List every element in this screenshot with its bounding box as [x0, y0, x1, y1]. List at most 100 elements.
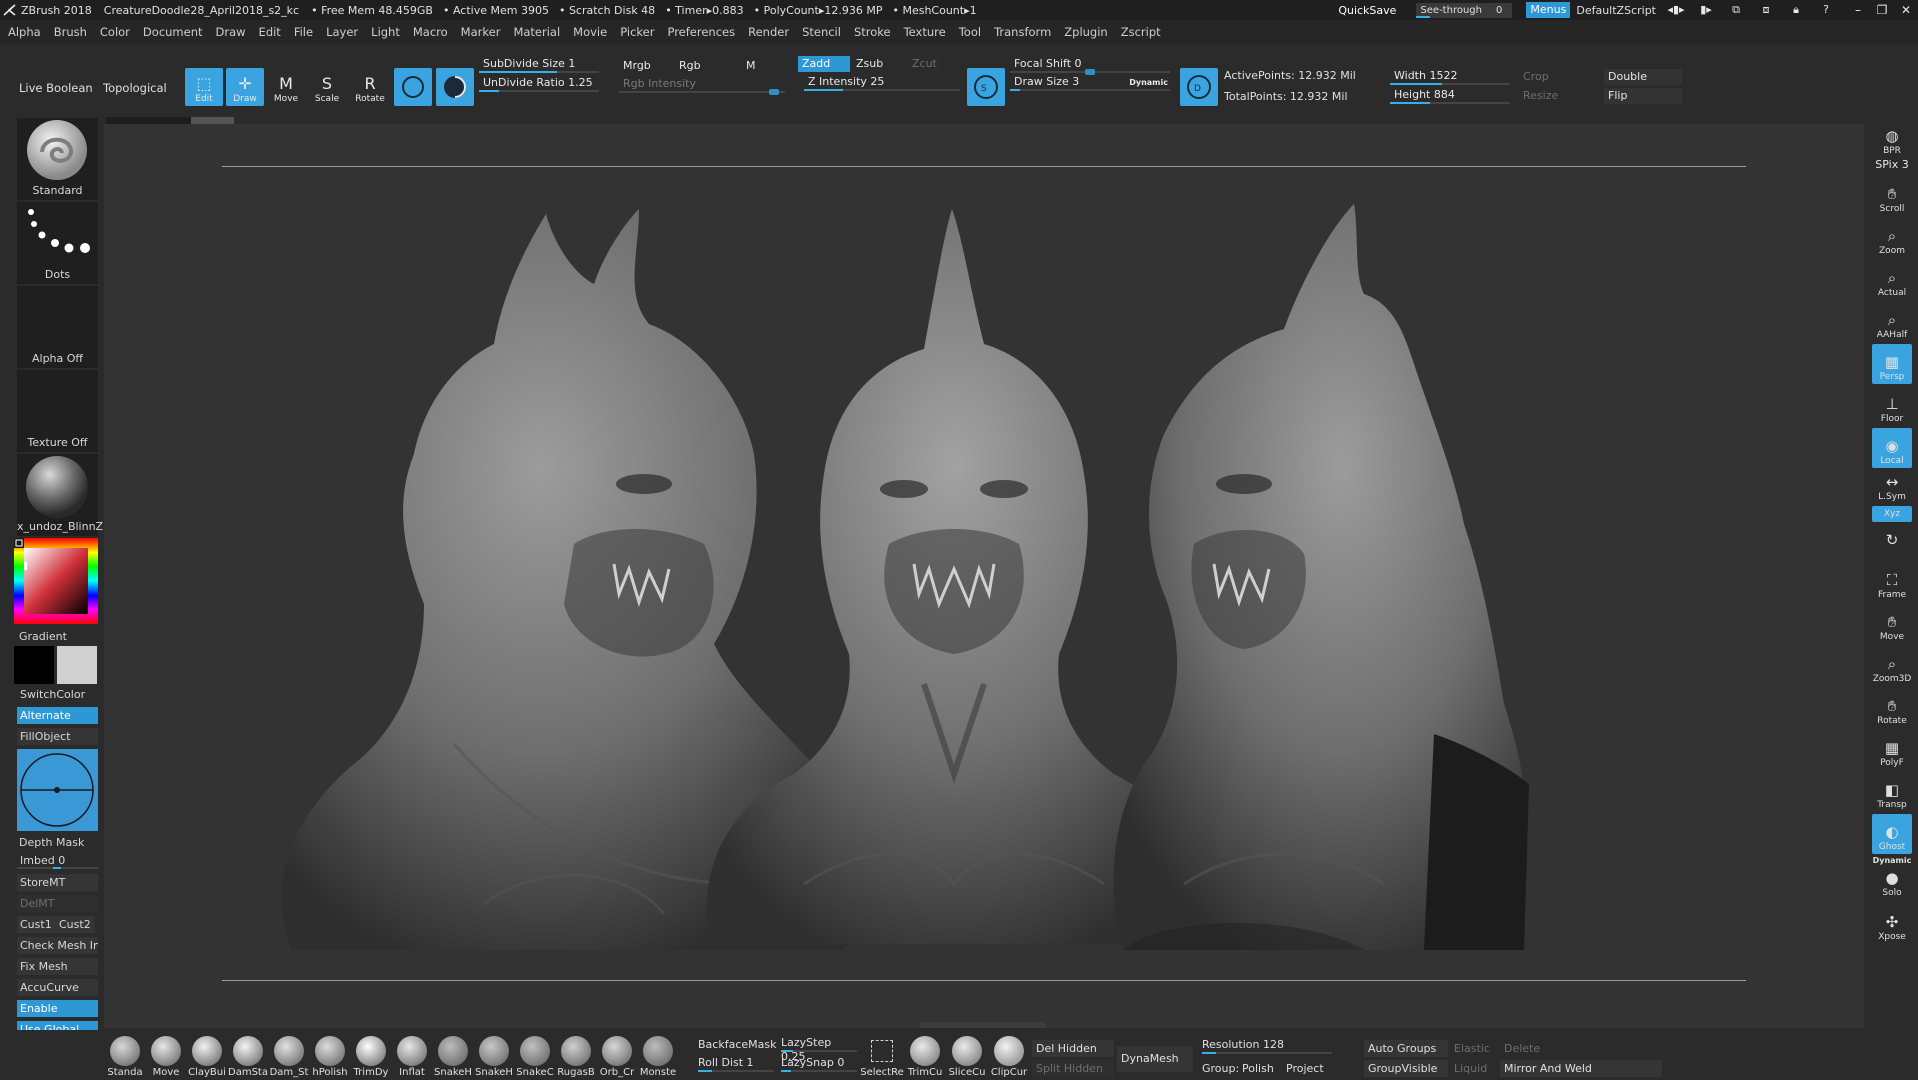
spix-slider[interactable]: SPix 3 — [1872, 158, 1912, 171]
cust1-button[interactable]: Cust1 — [17, 916, 56, 933]
shelf-scrollbar[interactable] — [106, 117, 234, 124]
menu-picker[interactable]: Picker — [620, 25, 654, 39]
fix-mesh-button[interactable]: Fix Mesh — [17, 958, 98, 975]
local-transform-button[interactable]: ◉ Local — [1872, 428, 1912, 468]
brush-slot[interactable]: hPolish — [309, 1036, 351, 1078]
edit-mode-button[interactable]: ⬚ Edit — [185, 68, 223, 106]
move-mode-button[interactable]: M Move — [267, 68, 305, 106]
fill-object-button[interactable]: FillObject — [17, 728, 98, 745]
flip-button[interactable]: Flip — [1604, 88, 1682, 104]
sculptris-pro-button[interactable] — [394, 68, 432, 106]
check-mesh-button[interactable]: Check Mesh In — [17, 937, 98, 954]
menus-toggle-button[interactable]: Menus — [1526, 2, 1571, 18]
alternate-button[interactable]: Alternate — [17, 707, 98, 724]
transparency-button[interactable]: ◧ Transp — [1872, 772, 1912, 812]
draw-size-slider[interactable]: Draw Size 3 Dynamic — [1010, 74, 1170, 91]
creature-bust-right-view[interactable] — [1113, 204, 1529, 950]
brush-slot[interactable]: RugasB — [555, 1036, 597, 1078]
brush-slot[interactable]: Orb_Cr — [596, 1036, 638, 1078]
zcut-button[interactable]: Zcut — [908, 56, 960, 72]
aahalf-button[interactable]: ⌕ AAHalf — [1872, 302, 1912, 342]
accucurve-button[interactable]: AccuCurve — [17, 979, 98, 996]
bpr-render-button[interactable]: ◍ BPR — [1872, 118, 1912, 158]
zoom3d-button[interactable]: ⌕ Zoom3D — [1872, 646, 1912, 686]
menu-light[interactable]: Light — [371, 25, 400, 39]
menu-macro[interactable]: Macro — [413, 25, 448, 39]
trim-curve-brush[interactable]: TrimCu — [904, 1036, 946, 1078]
menu-texture[interactable]: Texture — [904, 25, 946, 39]
auto-groups-button[interactable]: Auto Groups — [1364, 1040, 1448, 1057]
see-through-slider[interactable]: See-through 0 — [1416, 2, 1513, 18]
layout-arrows-icon[interactable]: ◂▮▸ — [1666, 3, 1686, 17]
menu-edit[interactable]: Edit — [259, 25, 281, 39]
select-rect-brush[interactable]: SelectRe — [860, 1036, 904, 1078]
brush-slot[interactable]: Monste — [637, 1036, 679, 1078]
switch-color-button[interactable]: SwitchColor — [17, 686, 98, 703]
menu-file[interactable]: File — [294, 25, 313, 39]
crop-button[interactable]: Crop — [1519, 69, 1589, 85]
menu-material[interactable]: Material — [513, 25, 560, 39]
rotate-axis-buttons[interactable]: ↻ — [1872, 524, 1912, 560]
brush-slot[interactable]: ClayBui — [186, 1036, 228, 1078]
document-canvas[interactable] — [104, 124, 1864, 1028]
polyframe-button[interactable]: ▦ PolyF — [1872, 730, 1912, 770]
xpose-button[interactable]: ✣ Xpose — [1872, 904, 1912, 944]
color-picker-wheel[interactable] — [14, 538, 98, 624]
split-hidden-button[interactable]: Split Hidden — [1032, 1060, 1114, 1077]
default-zscript-button[interactable]: DefaultZScript — [1576, 4, 1656, 17]
menu-color[interactable]: Color — [100, 25, 130, 39]
topological-button[interactable]: Topological — [103, 81, 167, 95]
m-button[interactable]: M — [742, 58, 794, 74]
lazy-snap-slider[interactable]: LazySnap 0 — [781, 1056, 857, 1072]
menu-preferences[interactable]: Preferences — [667, 25, 735, 39]
resize-button[interactable]: Resize — [1519, 88, 1589, 104]
brush-slot[interactable]: Inflat — [391, 1036, 433, 1078]
slice-curve-brush[interactable]: SliceCu — [946, 1036, 988, 1078]
menu-stencil[interactable]: Stencil — [802, 25, 841, 39]
xyz-rotate-button[interactable]: Xyz — [1872, 506, 1912, 522]
brush-slot[interactable]: Move — [145, 1036, 187, 1078]
menu-tool[interactable]: Tool — [959, 25, 981, 39]
rotate-mode-button[interactable]: R Rotate — [351, 68, 389, 106]
layout-arrows-right-icon[interactable]: ▮▸ — [1696, 3, 1716, 17]
brush-slot[interactable]: Standa — [104, 1036, 146, 1078]
menu-render[interactable]: Render — [748, 25, 789, 39]
brush-slot[interactable]: SnakeH — [473, 1036, 515, 1078]
local-symmetry-button[interactable]: ↔ L.Sym — [1872, 470, 1912, 504]
backface-mask-button[interactable]: BackfaceMask — [694, 1036, 784, 1053]
imbed-slider[interactable]: Imbed 0 — [17, 852, 98, 869]
quicksave-button[interactable]: QuickSave — [1338, 4, 1396, 17]
del-mt-button[interactable]: DelMT — [17, 895, 98, 912]
menu-zscript[interactable]: Zscript — [1121, 25, 1161, 39]
menu-document[interactable]: Document — [143, 25, 203, 39]
help-icon[interactable]: ? — [1816, 3, 1836, 17]
ghost-button[interactable]: ◐ Ghost — [1872, 814, 1912, 854]
menu-brush[interactable]: Brush — [54, 25, 87, 39]
dynamic-size-toggle[interactable]: Dynamic — [1129, 75, 1168, 90]
rgb-intensity-slider[interactable]: Rgb Intensity — [619, 76, 785, 95]
document-height-slider[interactable]: Height 884 — [1390, 87, 1510, 104]
resolution-slider[interactable]: Resolution 128 — [1202, 1038, 1332, 1054]
ui-color-icon[interactable]: ⧈ — [1756, 3, 1776, 17]
cust2-button[interactable]: Cust2 — [56, 916, 95, 933]
dynamesh-button[interactable]: DynaMesh — [1117, 1046, 1193, 1072]
enable-button[interactable]: Enable — [17, 1000, 98, 1017]
live-boolean-button[interactable]: Live Boolean — [19, 81, 93, 95]
polish-toggle[interactable]: Polish — [1238, 1060, 1282, 1077]
mirror-and-weld-button[interactable]: Mirror And Weld — [1500, 1060, 1662, 1077]
solo-button[interactable]: ● Solo — [1872, 864, 1912, 900]
del-hidden-button[interactable]: Del Hidden — [1032, 1040, 1114, 1057]
brush-slot[interactable]: Dam_St — [268, 1036, 310, 1078]
actual-size-button[interactable]: ⌕ Actual — [1872, 260, 1912, 300]
main-color-swatch[interactable] — [14, 646, 54, 684]
lazy-step-slider[interactable]: LazyStep 0.25 — [781, 1036, 857, 1063]
floor-button[interactable]: ⊥ Floor — [1872, 386, 1912, 426]
restore-icon[interactable]: ❐ — [1870, 0, 1894, 20]
double-button[interactable]: Double — [1604, 69, 1682, 85]
group-visible-button[interactable]: GroupVisible — [1364, 1060, 1448, 1077]
zadd-button[interactable]: Zadd — [798, 56, 850, 72]
undivide-ratio-slider[interactable]: UnDivide Ratio 1.25 — [479, 75, 599, 92]
store-mt-button[interactable]: StoreMT — [17, 874, 98, 891]
minimize-icon[interactable]: – — [1846, 0, 1870, 20]
sculpt-viewport[interactable] — [104, 124, 1864, 1028]
